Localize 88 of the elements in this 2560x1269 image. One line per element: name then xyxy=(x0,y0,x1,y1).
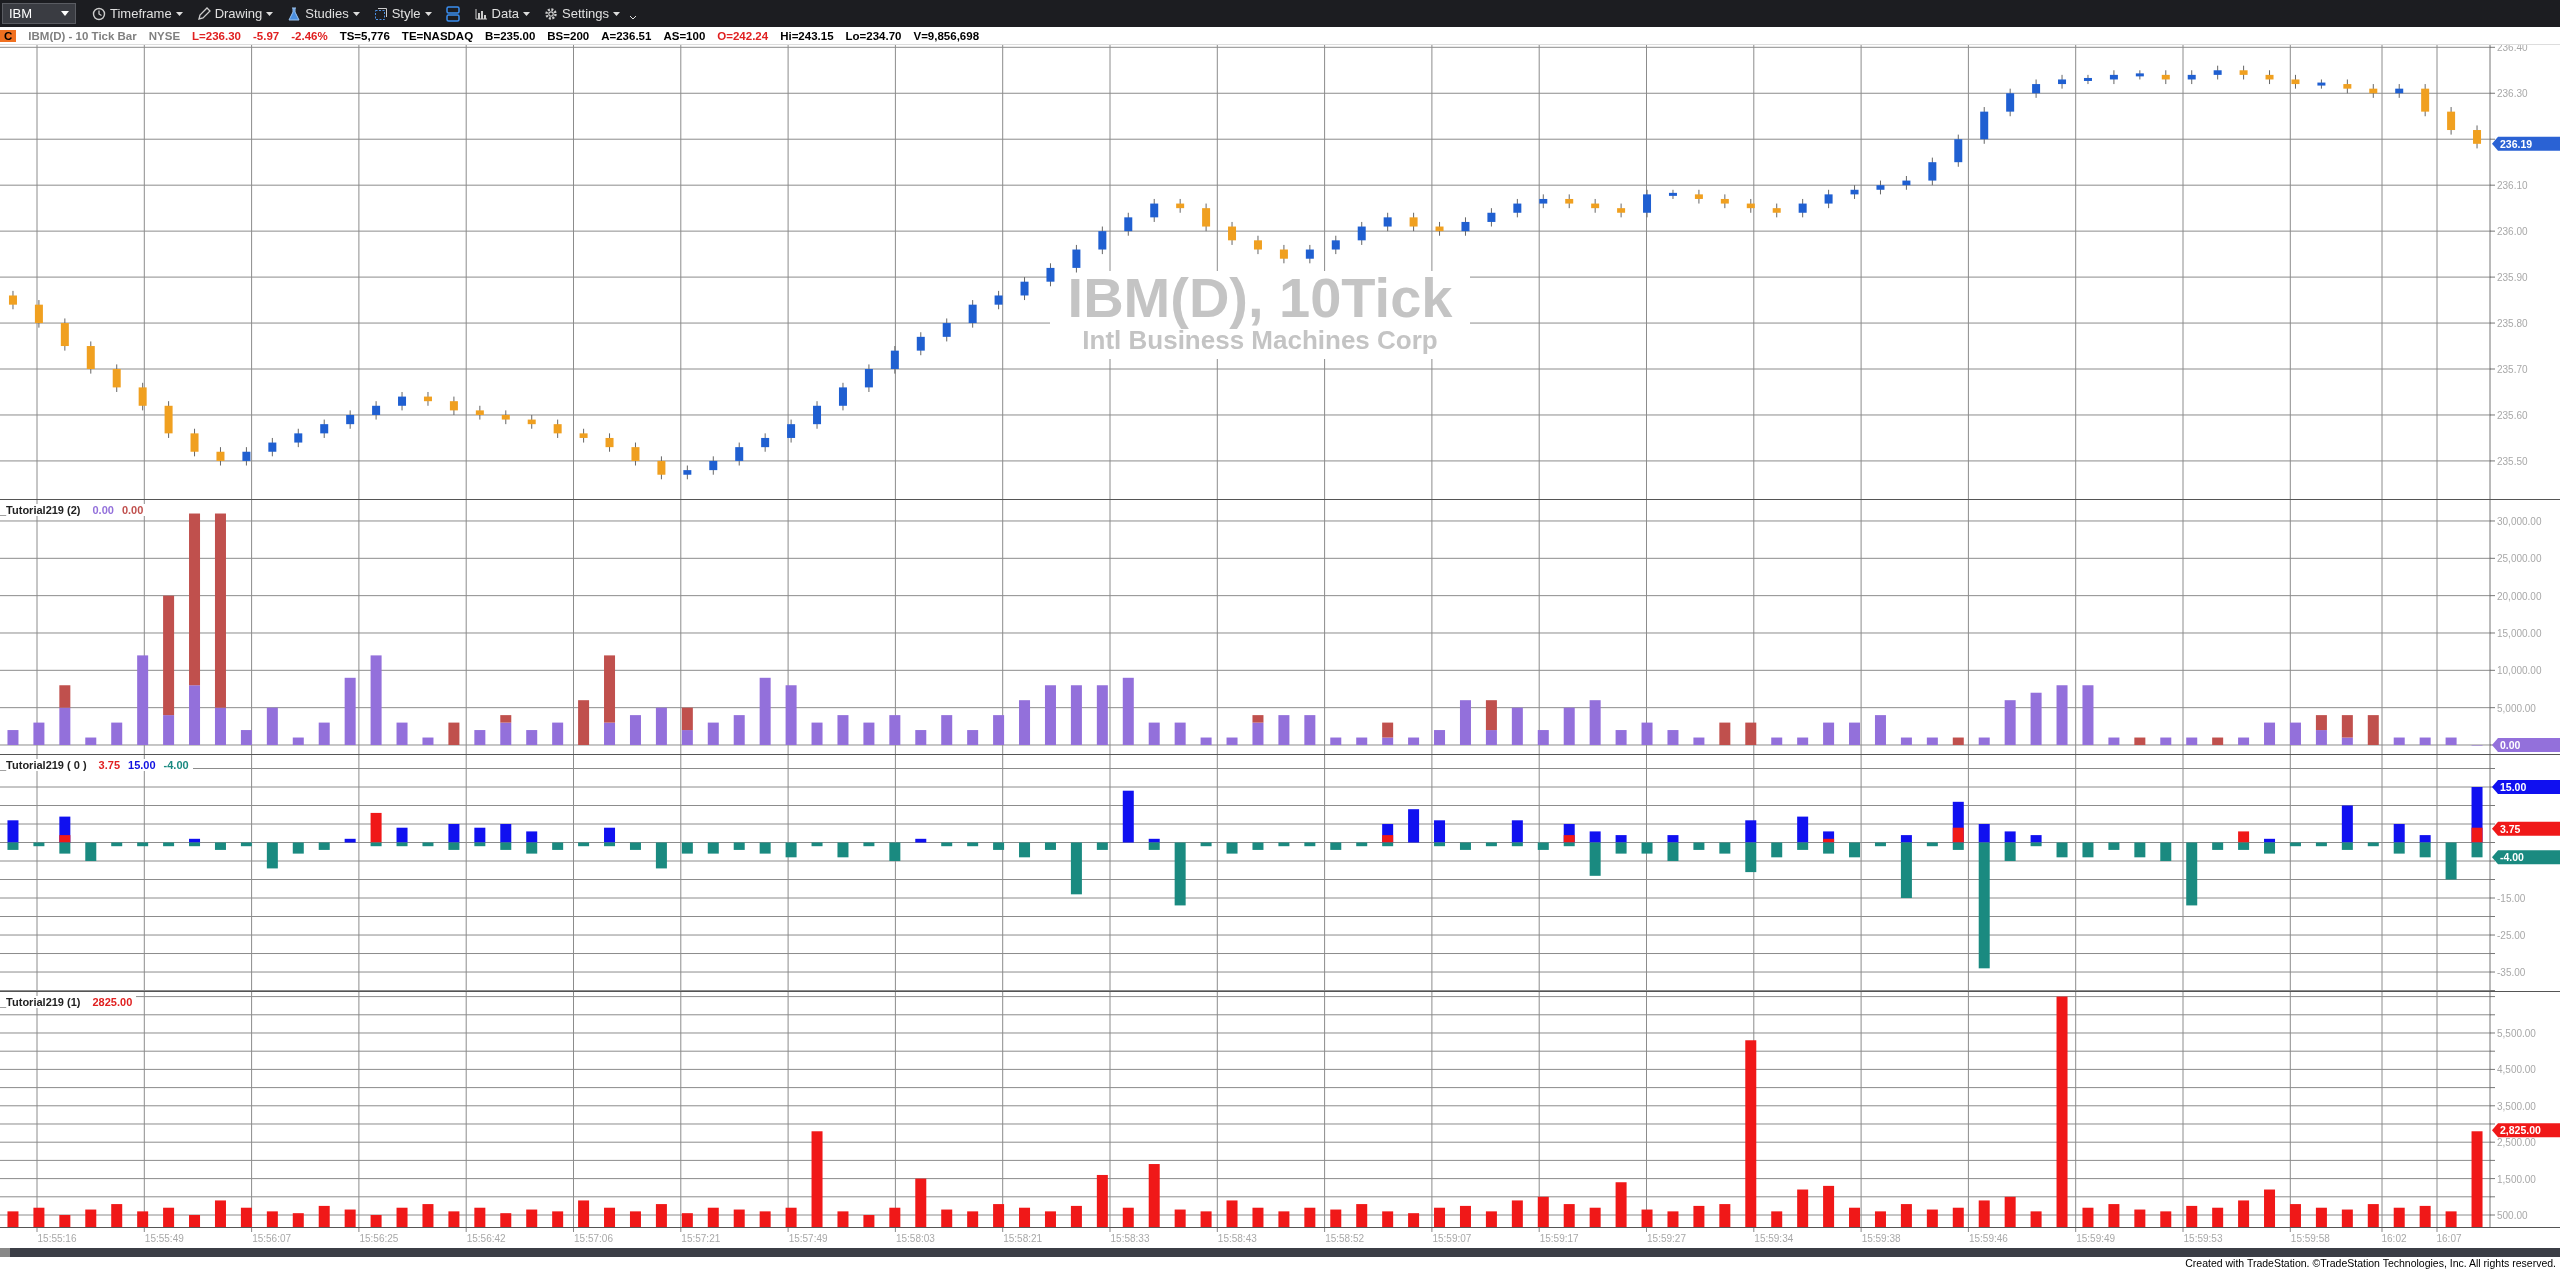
indicator-value: 15.00 xyxy=(128,759,156,771)
time-label: 15:59:07 xyxy=(1432,1233,1472,1244)
indicator-title: _Tutorial219 (1) xyxy=(0,996,81,1008)
axis-label: 4,500.00 xyxy=(2497,1064,2536,1076)
time-label: 15:58:33 xyxy=(1110,1233,1150,1244)
badge-value: 0.00 xyxy=(2500,739,2521,751)
axis-label: 2,500.00 xyxy=(2497,1137,2536,1149)
time-label: 15:56:42 xyxy=(466,1233,506,1244)
axis-label: 236.30 xyxy=(2497,88,2528,100)
time-label: 15:59:58 xyxy=(2290,1233,2330,1244)
indicator-value: 0.00 xyxy=(92,504,114,516)
axis-label: 30,000.00 xyxy=(2497,516,2542,527)
quote-field: A=236.51 xyxy=(601,29,652,42)
time-label: 15:59:34 xyxy=(1754,1233,1794,1244)
time-label: 16:02 xyxy=(2381,1233,2407,1244)
copyright-text: Created with TradeStation. ©TradeStation Technologies, Inc. All rights reserved. xyxy=(2185,1257,2556,1269)
axis-label: 500.00 xyxy=(2497,1210,2528,1221)
time-label: 15:57:49 xyxy=(788,1233,828,1244)
axis-label: 235.70 xyxy=(2497,364,2528,375)
axis-label: 236.10 xyxy=(2497,180,2528,192)
axis-label: 10,000.00 xyxy=(2497,665,2542,677)
axis-label: -35.00 xyxy=(2497,967,2526,978)
time-label: 16:07 xyxy=(2436,1233,2462,1244)
time-label: 15:55:16 xyxy=(37,1233,77,1244)
status-badge: C xyxy=(0,29,17,42)
quote-field: AS=100 xyxy=(663,29,706,42)
time-label: 15:59:38 xyxy=(1861,1233,1901,1244)
axis-label: 5,500.00 xyxy=(2497,1028,2536,1039)
toolbar-menu-button[interactable]: Drawing xyxy=(192,4,278,23)
axis-label: 25,000.00 xyxy=(2497,553,2542,565)
toolbar-menu-button[interactable]: Timeframe xyxy=(88,4,187,23)
axis-label: 236.00 xyxy=(2497,226,2528,238)
indicator-value: 3.75 xyxy=(98,759,121,771)
axis-label: 236.40 xyxy=(2497,45,2528,54)
time-label: 15:59:27 xyxy=(1647,1233,1686,1244)
axis-label: 1,500.00 xyxy=(2497,1173,2536,1185)
quote-field: V=9,856,698 xyxy=(913,29,980,42)
quote-field: O=242.24 xyxy=(717,29,769,42)
quote-field: TE=NASDAQ xyxy=(401,29,474,42)
quote-field: TS=5,776 xyxy=(339,29,390,42)
quote-field: B=235.00 xyxy=(485,29,536,42)
toolbar-menu-button[interactable]: Style xyxy=(369,4,436,23)
symbol-field[interactable]: IBM xyxy=(2,3,76,24)
time-label: 15:59:49 xyxy=(2076,1233,2116,1244)
time-label: 15:58:43 xyxy=(1217,1233,1257,1244)
indicator-value: 2825.00 xyxy=(92,996,133,1008)
quote-field: L=236.30 xyxy=(192,29,241,42)
axis-label: 235.50 xyxy=(2497,455,2528,467)
badge-value: 3.75 xyxy=(2500,822,2521,835)
axis-label: 235.90 xyxy=(2497,272,2528,284)
time-label: 15:58:03 xyxy=(895,1233,935,1244)
axis-label: 235.60 xyxy=(2497,409,2528,421)
time-label: 15:58:52 xyxy=(1325,1233,1365,1244)
quote-field: BS=200 xyxy=(547,29,590,42)
quote-field: Lo=234.70 xyxy=(845,29,902,42)
indicator-title: _Tutorial219 (2) xyxy=(0,504,81,516)
time-label: 15:59:53 xyxy=(2183,1233,2223,1244)
time-label: 15:58:21 xyxy=(1003,1233,1043,1244)
toolbar-menu-button[interactable]: Data xyxy=(469,4,535,23)
indicator-value: -4.00 xyxy=(163,759,189,771)
badge-value: 2,825.00 xyxy=(2500,1124,2541,1137)
time-label: 15:57:21 xyxy=(681,1233,721,1244)
toolbar-menu-button[interactable]: Studies xyxy=(283,4,364,23)
badge-value: -4.00 xyxy=(2500,851,2524,864)
axis-label: -15.00 xyxy=(2497,893,2526,904)
axis-label: 15,000.00 xyxy=(2497,628,2542,639)
quote-field: NYSE xyxy=(148,29,181,42)
time-label: 15:59:46 xyxy=(1968,1233,2008,1244)
axis-label: -25.00 xyxy=(2497,930,2526,941)
axis-label: 3,500.00 xyxy=(2497,1100,2536,1112)
axis-label: 5,000.00 xyxy=(2497,702,2536,714)
quote-field: -5.97 xyxy=(253,29,280,42)
time-label: 15:59:17 xyxy=(1539,1233,1579,1244)
indicator-title: _Tutorial219 ( 0 ) xyxy=(0,759,87,771)
quote-field: IBM(D) - 10 Tick Bar xyxy=(28,29,137,42)
time-label: 15:56:25 xyxy=(359,1233,399,1244)
axis-label: 235.80 xyxy=(2497,318,2528,330)
symbol-watermark: IBM(D), 10Tick xyxy=(1067,266,1453,329)
time-label: 15:57:06 xyxy=(574,1233,613,1244)
badge-value: 15.00 xyxy=(2500,781,2527,793)
quote-field: -2.46% xyxy=(291,29,328,42)
time-label: 15:55:49 xyxy=(144,1233,184,1244)
toolbar-menu-button[interactable]: Settings xyxy=(540,4,625,23)
axis-label: 20,000.00 xyxy=(2497,590,2542,602)
quote-field: Hi=243.15 xyxy=(780,29,834,42)
badge-value: 236.19 xyxy=(2500,137,2533,150)
time-label: 15:56:07 xyxy=(252,1233,292,1244)
indicator-value: 0.00 xyxy=(121,504,144,516)
